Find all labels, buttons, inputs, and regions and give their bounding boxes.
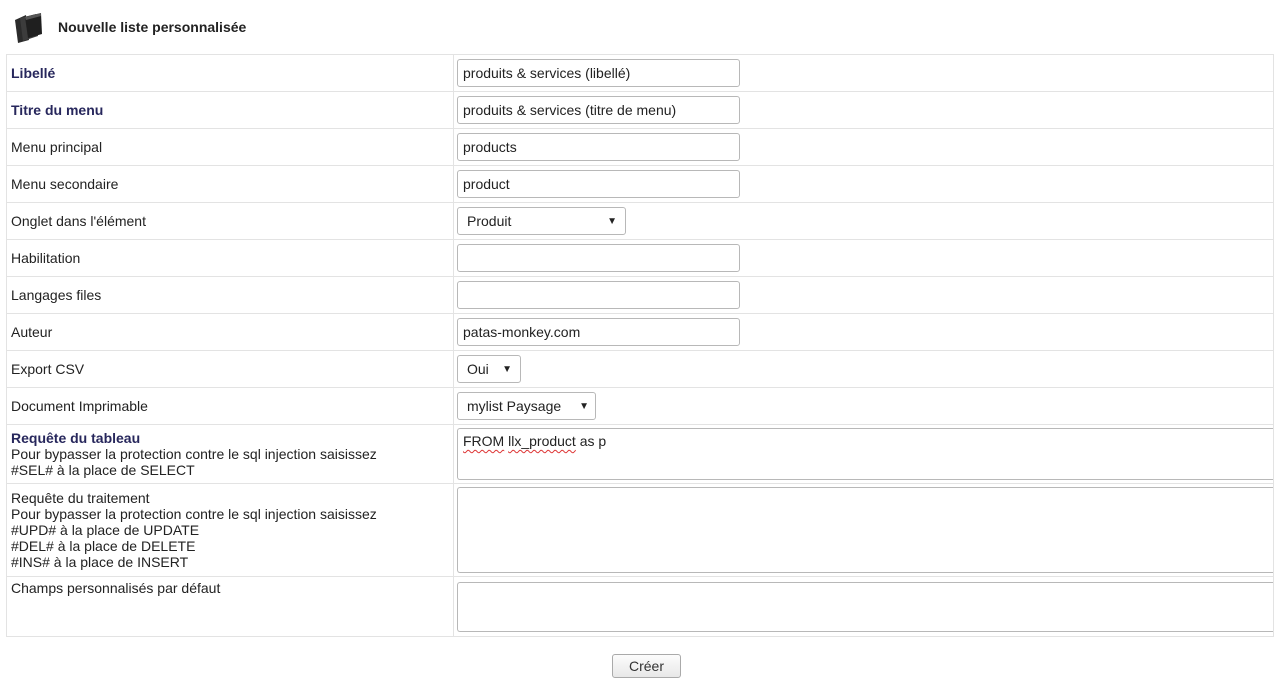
document-select[interactable]: mylist Paysage ▼ xyxy=(457,392,596,420)
row-onglet: Onglet dans l'élément Produit ▼ xyxy=(6,202,1274,240)
page-header: Nouvelle liste personnalisée xyxy=(10,10,246,44)
onglet-select[interactable]: Produit ▼ xyxy=(457,207,626,235)
row-document: Document Imprimable mylist Paysage ▼ xyxy=(6,387,1274,425)
requete-tableau-label: Requête du tableau xyxy=(11,430,141,446)
requete-alias: as p xyxy=(575,433,607,449)
requete-tableau-textarea[interactable]: FROM llx_product as p xyxy=(457,428,1274,480)
requete-traitement-cell: Requête du traitement Pour bypasser la p… xyxy=(6,483,454,577)
dropdown-arrow-icon: ▼ xyxy=(502,363,512,375)
document-label: Document Imprimable xyxy=(6,387,454,425)
row-requete-tableau: Requête du tableau Pour bypasser la prot… xyxy=(6,424,1274,484)
requete-traitement-help-4: #INS# à la place de INSERT xyxy=(11,554,189,570)
row-titre-menu: Titre du menu produits & services (titre… xyxy=(6,91,1274,129)
row-menu-principal: Menu principal products xyxy=(6,128,1274,166)
row-champs: Champs personnalisés par défaut xyxy=(6,576,1274,637)
requete-keyword: FROM xyxy=(463,433,505,449)
dropdown-arrow-icon: ▼ xyxy=(579,400,589,412)
menu-secondaire-label: Menu secondaire xyxy=(6,165,454,203)
row-langages: Langages files xyxy=(6,276,1274,314)
requete-traitement-help-2: #UPD# à la place de UPDATE xyxy=(11,522,200,538)
folder-icon xyxy=(15,13,42,43)
titre-menu-label: Titre du menu xyxy=(6,91,454,129)
langages-label: Langages files xyxy=(6,276,454,314)
requete-tableau-help-2: #SEL# à la place de SELECT xyxy=(11,462,195,478)
create-button[interactable]: Créer xyxy=(612,654,681,678)
requete-table-name: llx_product xyxy=(508,433,576,449)
row-libelle: Libellé produits & services (libellé) xyxy=(6,54,1274,92)
requete-traitement-label: Requête du traitement xyxy=(11,490,150,506)
row-export-csv: Export CSV Oui ▼ xyxy=(6,350,1274,388)
habilitation-label: Habilitation xyxy=(6,239,454,277)
requete-traitement-textarea[interactable] xyxy=(457,487,1274,573)
onglet-selected-value: Produit xyxy=(467,213,512,229)
export-csv-select[interactable]: Oui ▼ xyxy=(457,355,521,383)
document-selected-value: mylist Paysage xyxy=(467,398,562,414)
row-requete-traitement: Requête du traitement Pour bypasser la p… xyxy=(6,483,1274,577)
requete-traitement-help-1: Pour bypasser la protection contre le sq… xyxy=(11,506,377,522)
onglet-label: Onglet dans l'élément xyxy=(6,202,454,240)
langages-input[interactable] xyxy=(457,281,740,309)
titre-menu-input[interactable]: produits & services (titre de menu) xyxy=(457,96,740,124)
requete-tableau-cell: Requête du tableau Pour bypasser la prot… xyxy=(6,424,454,484)
requete-traitement-help-3: #DEL# à la place de DELETE xyxy=(11,538,196,554)
auteur-label: Auteur xyxy=(6,313,454,351)
export-csv-selected-value: Oui xyxy=(467,361,489,377)
libelle-input[interactable]: produits & services (libellé) xyxy=(457,59,740,87)
menu-principal-label: Menu principal xyxy=(6,128,454,166)
libelle-label: Libellé xyxy=(6,54,454,92)
export-csv-label: Export CSV xyxy=(6,350,454,388)
list-form: Libellé produits & services (libellé) Ti… xyxy=(6,54,1274,637)
row-habilitation: Habilitation xyxy=(6,239,1274,277)
dropdown-arrow-icon: ▼ xyxy=(607,215,617,227)
champs-textarea[interactable] xyxy=(457,581,1274,632)
habilitation-input[interactable] xyxy=(457,244,740,272)
menu-secondaire-input[interactable]: product xyxy=(457,170,740,198)
page-title: Nouvelle liste personnalisée xyxy=(58,19,247,35)
requete-tableau-help-1: Pour bypasser la protection contre le sq… xyxy=(11,446,377,462)
row-menu-secondaire: Menu secondaire product xyxy=(6,165,1274,203)
row-auteur: Auteur patas-monkey.com xyxy=(6,313,1274,351)
champs-label: Champs personnalisés par défaut xyxy=(6,576,454,637)
menu-principal-input[interactable]: products xyxy=(457,133,740,161)
auteur-input[interactable]: patas-monkey.com xyxy=(457,318,740,346)
